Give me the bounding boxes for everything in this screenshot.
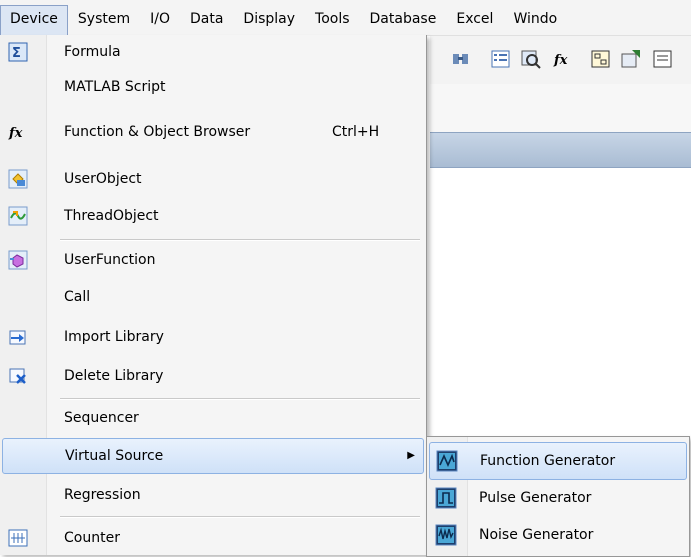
zoom-icon[interactable]	[520, 48, 542, 70]
toolbar: fx	[430, 36, 691, 85]
menu-io[interactable]: I/O	[140, 6, 180, 32]
submenu-item-label: Function Generator	[480, 453, 616, 469]
menu-excel[interactable]: Excel	[446, 6, 503, 32]
diagram-icon[interactable]	[590, 48, 612, 70]
binoculars-icon[interactable]	[450, 48, 472, 70]
menu-item-sequencer[interactable]: Sequencer	[2, 401, 422, 435]
menu-item-virtual-source[interactable]: Virtual Source ▶	[2, 438, 424, 474]
menu-item-label: ThreadObject	[64, 208, 159, 224]
menu-item-userobject[interactable]: UserObject	[2, 162, 422, 196]
menu-item-label: MATLAB Script	[64, 79, 166, 95]
sigma-icon: Σ	[8, 42, 28, 62]
submenu-item-label: Pulse Generator	[479, 490, 592, 506]
menu-item-label: Regression	[64, 487, 141, 503]
userfunction-icon	[8, 250, 28, 270]
virtual-source-submenu: Function Generator Pulse Generator Noise…	[426, 436, 690, 557]
menu-item-label: Call	[64, 289, 91, 305]
svg-text:Σ: Σ	[12, 46, 21, 61]
list-view-icon[interactable]	[490, 48, 512, 70]
menu-item-label: Sequencer	[64, 410, 139, 426]
function-generator-icon	[436, 450, 458, 472]
userobject-icon	[8, 169, 28, 189]
menu-item-threadobject[interactable]: ThreadObject	[2, 199, 422, 233]
menu-item-label: Import Library	[64, 329, 164, 345]
submenu-item-function-generator[interactable]: Function Generator	[429, 442, 687, 480]
fx-icon: fx	[8, 126, 23, 141]
menu-item-formula[interactable]: Σ Formula	[2, 35, 422, 69]
menu-display[interactable]: Display	[233, 6, 305, 32]
menu-item-counter[interactable]: Counter	[2, 521, 422, 555]
window-titlebar	[430, 132, 691, 168]
menu-item-matlab-script[interactable]: MATLAB Script	[2, 70, 422, 104]
menu-database[interactable]: Database	[360, 6, 447, 32]
menu-item-label: Formula	[64, 44, 121, 60]
submenu-item-noise-generator[interactable]: Noise Generator	[429, 517, 685, 553]
menu-bar: Device System I/O Data Display Tools Dat…	[0, 0, 691, 36]
panel-icon[interactable]	[652, 48, 674, 70]
submenu-arrow-icon: ▶	[407, 450, 415, 461]
import-library-icon	[9, 330, 26, 345]
submenu-item-label: Noise Generator	[479, 527, 594, 543]
fx-icon[interactable]: fx	[552, 48, 574, 70]
device-menu: Σ Formula MATLAB Script fx Function & Ob…	[0, 35, 427, 555]
menu-item-function-object-browser[interactable]: fx Function & Object Browser Ctrl+H	[2, 115, 422, 149]
threadobject-icon	[8, 206, 28, 226]
counter-icon	[8, 529, 28, 547]
menu-item-label: UserObject	[64, 171, 142, 187]
menu-item-import-library[interactable]: Import Library	[2, 320, 422, 354]
submenu-item-pulse-generator[interactable]: Pulse Generator	[429, 480, 685, 516]
menu-item-shortcut: Ctrl+H	[332, 124, 380, 140]
menu-system[interactable]: System	[68, 6, 140, 32]
noise-generator-icon	[435, 524, 457, 546]
menu-item-label: Virtual Source	[65, 448, 164, 464]
menu-item-label: Function & Object Browser	[64, 124, 251, 140]
pulse-generator-icon	[435, 487, 457, 509]
svg-text:fx: fx	[553, 53, 568, 68]
menu-separator	[60, 398, 420, 400]
menu-data[interactable]: Data	[180, 6, 233, 32]
menu-item-regression[interactable]: Regression	[2, 478, 422, 512]
menu-device[interactable]: Device	[0, 5, 68, 36]
menu-item-userfunction[interactable]: UserFunction	[2, 243, 422, 277]
menu-item-label: Counter	[64, 530, 120, 546]
menu-item-call[interactable]: Call	[2, 280, 422, 314]
svg-text:fx: fx	[8, 126, 23, 141]
menu-item-delete-library[interactable]: Delete Library	[2, 359, 422, 393]
menu-item-label: UserFunction	[64, 252, 156, 268]
delete-library-icon	[9, 368, 26, 384]
toolbar-row-2	[430, 84, 691, 132]
menu-item-label: Delete Library	[64, 368, 164, 384]
menu-tools[interactable]: Tools	[305, 6, 360, 32]
menu-separator	[60, 239, 420, 241]
properties-icon[interactable]	[620, 48, 642, 70]
menu-separator	[60, 516, 420, 518]
menu-window[interactable]: Windo	[503, 6, 567, 32]
